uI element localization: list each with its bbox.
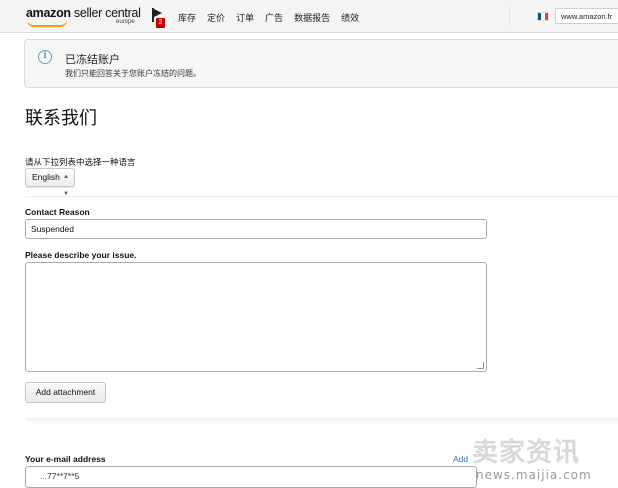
menu-item-reports[interactable]: 数据报告 [294,13,330,23]
france-flag-icon [537,12,549,21]
menu-item-pricing[interactable]: 定价 [207,13,225,23]
watermark-url: news.maijia.com [476,468,592,482]
topbar-divider [509,6,510,26]
amazon-seller-central-logo[interactable]: amazon seller central europe [26,6,141,28]
main-menu: 库存 定价 订单 广告 数据报告 绩效 [178,11,370,24]
alert-title: 已冻结账户 [65,54,120,66]
language-selected-value: English [32,172,60,182]
section-divider [25,196,618,197]
menu-item-advertising[interactable]: 广告 [265,13,283,23]
notification-count-badge[interactable]: 2 [156,18,165,28]
info-icon: i [38,50,52,64]
issue-description-textarea[interactable] [25,262,487,372]
menu-item-inventory[interactable]: 库存 [178,13,196,23]
email-label: Your e-mail address [25,454,106,464]
language-select[interactable]: English ▲ ▼ [25,168,75,197]
contact-reason-label: Contact Reason [25,207,90,217]
page-title: 联系我们 [25,108,97,128]
brand-text: amazon seller central [26,6,141,20]
section-shadow-divider [25,418,618,424]
contact-reason-field[interactable]: Suspended [25,219,487,239]
suspended-account-alert: i 已冻结账户 我们只能回答关于您账户冻结的问题。 [24,39,618,88]
menu-item-performance[interactable]: 绩效 [341,13,359,23]
resize-grip-icon[interactable] [477,362,484,369]
watermark: 卖家资讯 news.maijia.com [468,432,618,484]
region-label: europe [116,19,135,25]
select-arrows-icon: ▲ ▼ [63,174,69,197]
watermark-logo: 卖家资讯 [472,438,581,468]
add-attachment-button[interactable]: Add attachment [25,382,106,403]
smile-arrow-icon [27,20,67,27]
marketplace-selector[interactable]: www.amazon.fr [555,8,618,24]
alert-description: 我们只能回答关于您账户冻结的问题。 [65,69,201,78]
issue-description-label: Please describe your issue. [25,250,137,260]
add-email-link[interactable]: Add [453,454,468,464]
language-label: 请从下拉列表中选择一种语言 [25,157,136,167]
menu-item-orders[interactable]: 订单 [236,13,254,23]
email-field[interactable]: ...77**7**5 [25,466,477,488]
top-navigation-bar: amazon seller central europe 2 库存 定价 订单 广告 数… [0,0,618,33]
